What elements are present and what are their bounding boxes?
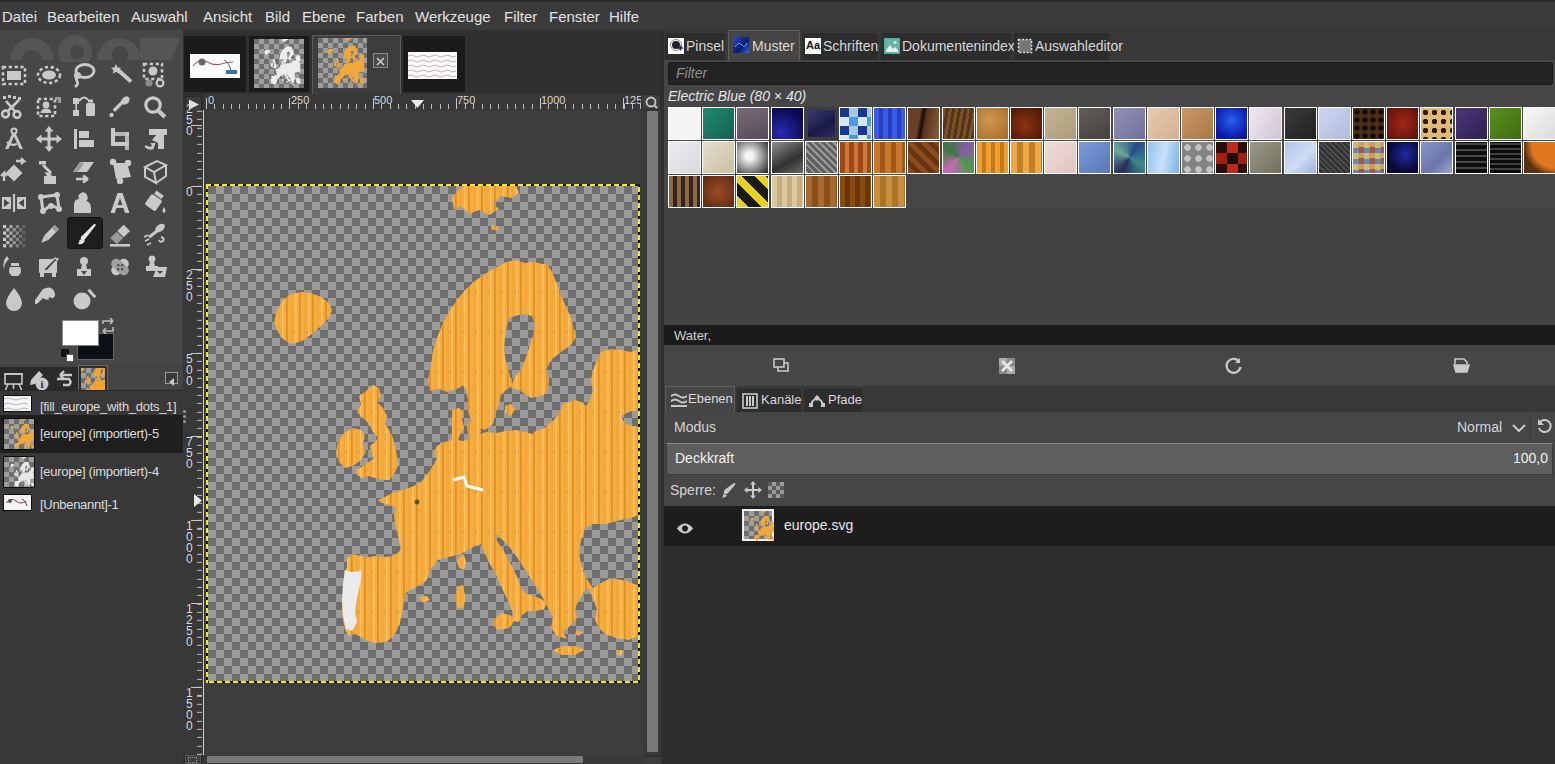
svg-text:i: i — [40, 378, 43, 390]
